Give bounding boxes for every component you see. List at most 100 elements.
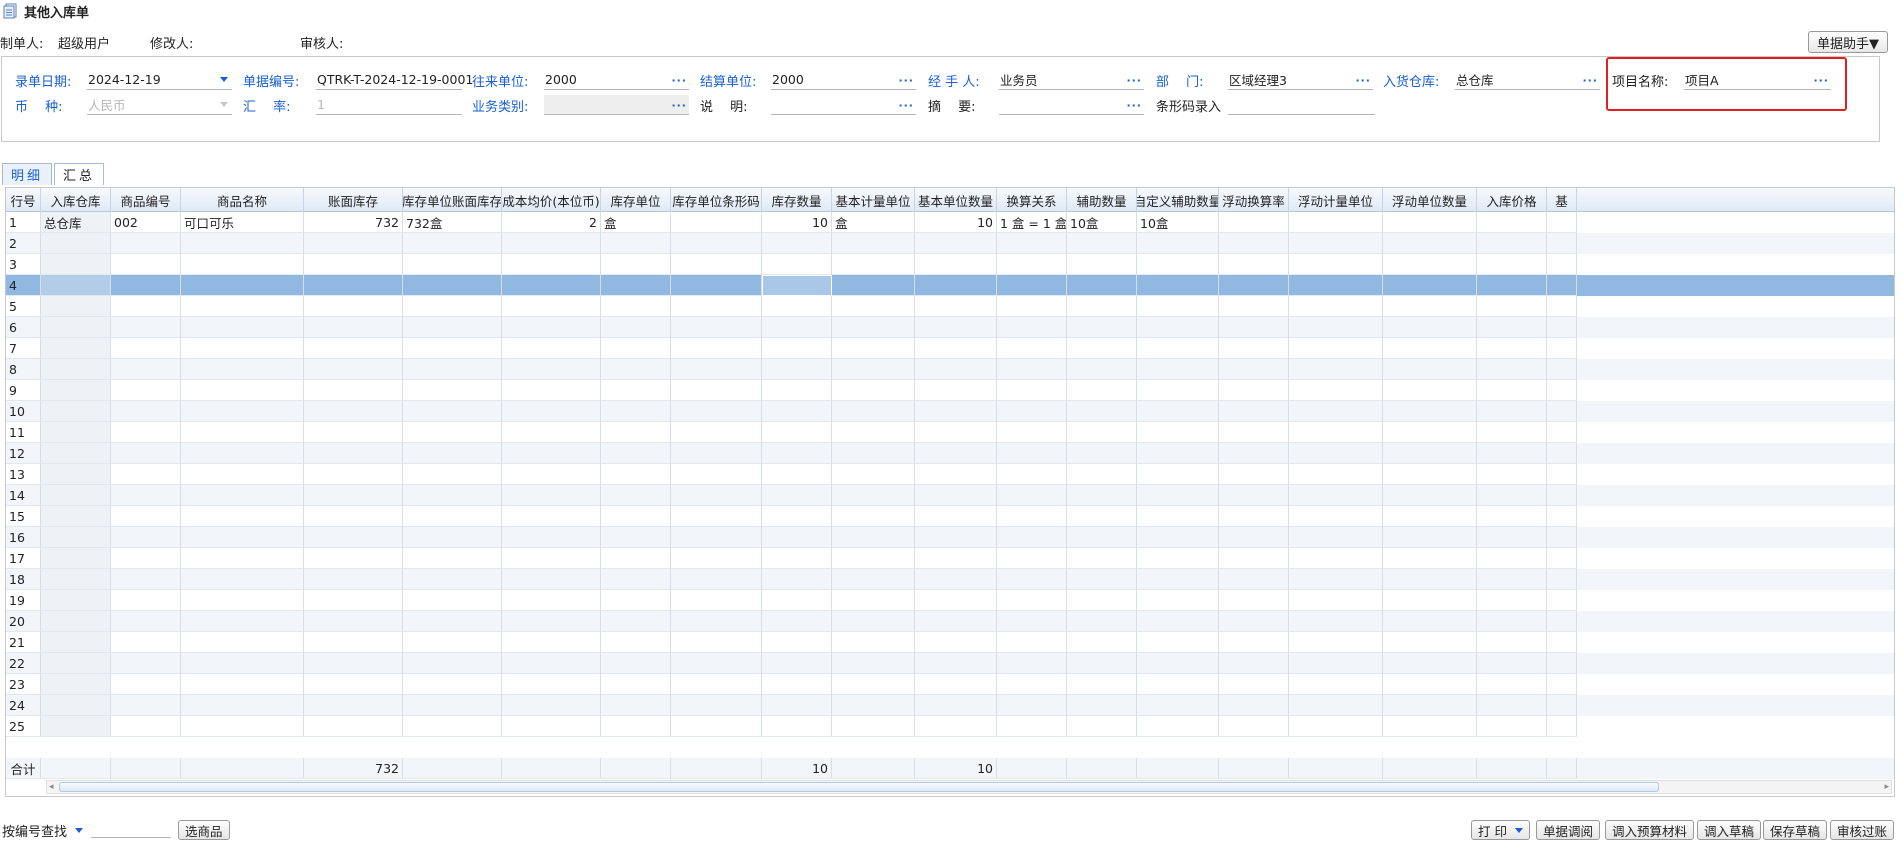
table-cell[interactable] xyxy=(1219,506,1289,527)
table-cell[interactable] xyxy=(1137,359,1219,380)
table-row[interactable]: 10 xyxy=(6,401,1894,422)
table-cell[interactable] xyxy=(1067,380,1137,401)
table-cell[interactable] xyxy=(1137,590,1219,611)
table-cell[interactable] xyxy=(181,590,304,611)
table-cell[interactable] xyxy=(304,275,403,296)
table-cell[interactable] xyxy=(1067,401,1137,422)
description-input[interactable]: ··· xyxy=(771,95,916,115)
save-draft-button[interactable]: 保存草稿 xyxy=(1763,820,1828,840)
table-cell[interactable] xyxy=(1067,254,1137,275)
table-cell[interactable] xyxy=(41,527,111,548)
table-cell[interactable]: 可口可乐 xyxy=(181,212,304,233)
table-cell[interactable] xyxy=(304,359,403,380)
table-cell[interactable] xyxy=(762,716,832,737)
table-cell[interactable] xyxy=(601,443,671,464)
table-row[interactable]: 1 总仓库 002 可口可乐 732 732盒 2 盒 10 盒 10 1 盒 = 1 盒 10盒 10盒 xyxy=(6,212,1894,233)
table-cell[interactable] xyxy=(1137,317,1219,338)
table-cell[interactable] xyxy=(181,317,304,338)
column-header[interactable]: 浮动换算率 xyxy=(1219,188,1289,212)
table-cell[interactable] xyxy=(502,506,601,527)
table-cell[interactable] xyxy=(1289,653,1383,674)
table-cell[interactable] xyxy=(601,590,671,611)
table-cell[interactable] xyxy=(832,254,915,275)
table-cell[interactable] xyxy=(671,296,762,317)
table-cell[interactable] xyxy=(601,548,671,569)
table-cell[interactable] xyxy=(111,695,181,716)
table-cell[interactable] xyxy=(762,590,832,611)
table-cell[interactable] xyxy=(915,443,997,464)
table-cell[interactable] xyxy=(41,380,111,401)
table-row[interactable]: 20 xyxy=(6,611,1894,632)
table-cell[interactable] xyxy=(762,527,832,548)
table-cell[interactable] xyxy=(671,401,762,422)
table-cell[interactable] xyxy=(997,401,1067,422)
table-cell[interactable] xyxy=(832,464,915,485)
horizontal-scrollbar[interactable]: ◂ ▸ xyxy=(46,780,1892,794)
table-cell[interactable] xyxy=(762,233,832,254)
table-cell[interactable] xyxy=(671,212,762,233)
table-cell[interactable] xyxy=(671,506,762,527)
table-cell[interactable] xyxy=(111,485,181,506)
table-cell[interactable] xyxy=(762,464,832,485)
table-cell[interactable] xyxy=(1289,275,1383,296)
table-cell[interactable] xyxy=(41,695,111,716)
scroll-left-icon[interactable]: ◂ xyxy=(49,781,54,793)
column-header[interactable]: 入库仓库 xyxy=(41,188,111,212)
table-cell[interactable] xyxy=(1547,212,1577,233)
table-cell[interactable] xyxy=(502,254,601,275)
table-cell[interactable] xyxy=(403,569,502,590)
table-cell[interactable] xyxy=(41,443,111,464)
table-cell[interactable] xyxy=(111,443,181,464)
table-cell[interactable] xyxy=(403,233,502,254)
table-cell[interactable] xyxy=(832,716,915,737)
table-row[interactable]: 11 xyxy=(6,422,1894,443)
table-cell[interactable] xyxy=(762,275,832,296)
table-cell[interactable] xyxy=(601,569,671,590)
table-cell[interactable] xyxy=(181,632,304,653)
bill-query-button[interactable]: 单据调阅 xyxy=(1536,820,1601,840)
table-cell[interactable] xyxy=(671,716,762,737)
table-cell[interactable] xyxy=(997,233,1067,254)
table-cell[interactable] xyxy=(1137,653,1219,674)
table-cell[interactable] xyxy=(41,317,111,338)
table-cell[interactable] xyxy=(915,338,997,359)
table-cell[interactable] xyxy=(1547,422,1577,443)
table-cell[interactable] xyxy=(1137,254,1219,275)
table-cell[interactable] xyxy=(181,569,304,590)
table-cell[interactable] xyxy=(1477,590,1547,611)
table-cell[interactable] xyxy=(1477,716,1547,737)
table-cell[interactable] xyxy=(41,590,111,611)
table-cell[interactable] xyxy=(111,233,181,254)
table-cell[interactable] xyxy=(304,632,403,653)
table-cell[interactable] xyxy=(1547,254,1577,275)
table-cell[interactable] xyxy=(1477,254,1547,275)
table-cell[interactable] xyxy=(111,317,181,338)
table-cell[interactable] xyxy=(762,695,832,716)
table-row[interactable]: 8 xyxy=(6,359,1894,380)
table-cell[interactable] xyxy=(997,317,1067,338)
table-cell[interactable] xyxy=(997,506,1067,527)
table-cell[interactable] xyxy=(762,485,832,506)
table-cell[interactable] xyxy=(1289,569,1383,590)
table-cell[interactable] xyxy=(671,464,762,485)
handler-input[interactable]: 业务员 ··· xyxy=(999,70,1144,90)
table-cell[interactable] xyxy=(1547,380,1577,401)
table-cell[interactable] xyxy=(304,590,403,611)
table-cell[interactable] xyxy=(1137,695,1219,716)
table-cell[interactable] xyxy=(111,674,181,695)
column-header[interactable]: 商品名称 xyxy=(181,188,304,212)
chevron-down-icon[interactable] xyxy=(220,102,228,107)
table-cell[interactable] xyxy=(1477,380,1547,401)
column-header[interactable]: 自定义辅助数量 xyxy=(1137,188,1219,212)
table-cell[interactable] xyxy=(915,485,997,506)
table-cell[interactable] xyxy=(111,401,181,422)
table-cell[interactable] xyxy=(832,611,915,632)
table-cell[interactable] xyxy=(111,254,181,275)
table-cell[interactable] xyxy=(1547,569,1577,590)
table-cell[interactable] xyxy=(1219,548,1289,569)
table-cell[interactable] xyxy=(41,338,111,359)
table-cell[interactable] xyxy=(1137,275,1219,296)
table-cell[interactable] xyxy=(1289,338,1383,359)
table-cell[interactable] xyxy=(1547,674,1577,695)
table-cell[interactable] xyxy=(1477,422,1547,443)
